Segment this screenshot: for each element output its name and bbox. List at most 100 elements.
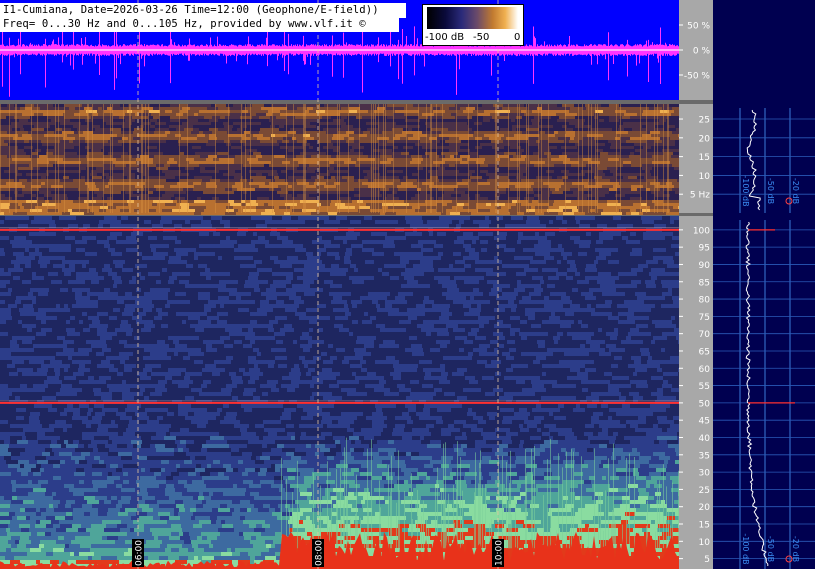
spectrogram-cell xyxy=(35,236,43,240)
spectrogram-cell xyxy=(554,292,566,296)
spectrogram-cell xyxy=(632,128,640,131)
spectrogram-cell xyxy=(447,203,457,206)
spectrogram-cell xyxy=(469,137,475,140)
spectrogram-cell xyxy=(173,200,177,203)
spectrogram-cell xyxy=(534,244,544,248)
spectrogram-cell xyxy=(175,176,186,179)
spectrogram-cell xyxy=(261,212,270,215)
spectrogram-cell xyxy=(311,212,322,215)
spectrogram-cell xyxy=(423,244,434,248)
spectrogram-cell xyxy=(254,119,260,122)
spectrogram-cell xyxy=(423,288,427,292)
spectrogram-cell xyxy=(392,248,401,252)
spectrogram-cell xyxy=(461,224,466,228)
spectrogram-cell xyxy=(94,256,103,260)
spectrogram-cell xyxy=(487,268,493,272)
spectrogram-cell xyxy=(10,280,22,284)
spectrogram-cell xyxy=(250,137,257,140)
spectrogram-cell xyxy=(103,164,115,167)
spectrogram-cell xyxy=(189,206,194,209)
spectrogram-cell xyxy=(559,110,565,113)
spectrogram-cell xyxy=(511,119,515,122)
spectrogram-cell xyxy=(257,296,266,300)
spectrogram-cell xyxy=(9,107,20,110)
spectrogram-cell xyxy=(110,134,117,137)
spectrogram-cell xyxy=(35,164,42,167)
spectrogram-cell xyxy=(520,119,531,122)
spectrogram-cell xyxy=(422,131,428,134)
spectrogram-cell xyxy=(33,188,39,191)
spectrogram-cell xyxy=(11,292,21,296)
spectrogram-cell xyxy=(636,232,643,236)
spectrogram-cell xyxy=(584,122,590,125)
spectrogram-cell xyxy=(566,194,576,197)
spectrogram-cell xyxy=(620,155,629,158)
spectrogram-cell xyxy=(169,155,176,158)
spectrogram-cell xyxy=(260,167,269,170)
spectrogram-cell xyxy=(468,125,475,128)
spectrogram-cell xyxy=(361,284,368,288)
spectrogram-cell xyxy=(354,137,359,140)
spectrogram-cell xyxy=(266,292,278,296)
spectrogram-cell xyxy=(444,134,454,137)
spectrogram-cell xyxy=(346,155,356,158)
spectrogram-cell xyxy=(152,203,157,206)
spectrogram-cell xyxy=(315,179,327,182)
spectrogram-cell xyxy=(5,216,13,220)
spectrogram-cell xyxy=(196,236,207,240)
spectrogram-cell xyxy=(363,252,372,256)
spectrogram-cell xyxy=(630,137,641,140)
spectrogram-cell xyxy=(634,146,643,149)
spectrogram-cell xyxy=(38,131,48,134)
spectrogram-cell xyxy=(625,220,631,224)
spectrogram-cell xyxy=(286,288,290,292)
spectrogram-cell xyxy=(7,200,15,203)
spectrogram-cell xyxy=(453,179,462,182)
spectrogram-cell xyxy=(352,248,362,252)
spectrogram-cell xyxy=(399,276,404,280)
spectrogram-cell xyxy=(539,137,549,140)
spectrogram-cell xyxy=(167,300,178,304)
spectrogram-cell xyxy=(428,224,439,228)
spectrogram-cell xyxy=(9,206,20,209)
spectrogram-cell xyxy=(264,264,270,268)
spectrogram-cell xyxy=(394,143,398,146)
spectrogram-cell xyxy=(297,236,301,240)
spectrogram-cell xyxy=(508,167,516,170)
spectrogram-cell xyxy=(420,191,427,194)
spectrogram-cell xyxy=(315,292,324,296)
spectrogram-cell xyxy=(256,292,261,296)
spectrogram-cell xyxy=(349,137,354,140)
spectrogram-cell xyxy=(226,104,233,107)
spectrogram-cell xyxy=(558,212,563,215)
spectrogram-cell xyxy=(318,232,328,236)
spectrogram-cell xyxy=(58,276,70,280)
spectrogram-cell xyxy=(242,240,251,244)
spectrogram-cell xyxy=(169,256,181,260)
spectrogram-cell xyxy=(565,128,573,131)
spectrogram-cell xyxy=(632,140,640,143)
spectrogram-cell xyxy=(247,224,256,228)
spectrogram-cell xyxy=(364,216,372,220)
spectrogram-cell xyxy=(25,107,32,110)
spectrogram-cell xyxy=(0,280,10,284)
spectrogram-cell xyxy=(671,244,679,248)
spectrogram-cell xyxy=(631,119,639,122)
spectrogram-cell xyxy=(215,206,226,209)
spectrogram-cell xyxy=(601,188,609,191)
spectrogram-cell xyxy=(655,280,661,284)
spectrogram-cell xyxy=(579,224,590,228)
spectrogram-cell xyxy=(252,209,256,212)
spectrogram-cell xyxy=(613,224,617,228)
spectrogram-cell xyxy=(47,220,55,224)
spectrogram-cell xyxy=(353,296,360,300)
spectrogram-cell xyxy=(567,280,577,284)
spectrogram-cell xyxy=(393,113,404,116)
spectrogram-cell xyxy=(144,280,156,284)
spectrogram-cell xyxy=(324,220,334,224)
spectrogram-cell xyxy=(86,264,93,268)
spectrogram-cell xyxy=(557,104,562,107)
spectrogram-cell xyxy=(630,276,640,280)
spectrogram-cell xyxy=(4,268,8,272)
spectrogram-cell xyxy=(133,206,141,209)
